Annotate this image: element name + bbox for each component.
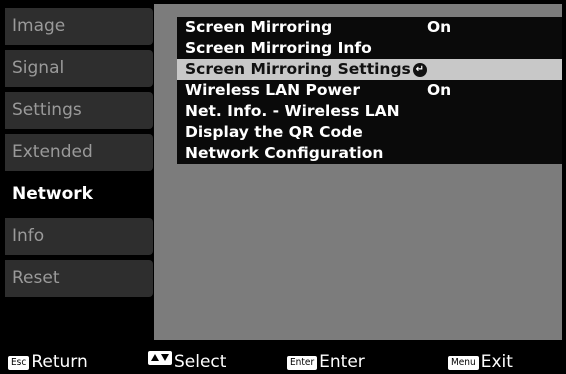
menu-row-net-info-wireless-lan[interactable]: Net. Info. - Wireless LAN [177,101,562,122]
row-label: Wireless LAN Power [185,81,360,99]
row-label: Screen Mirroring [185,18,333,36]
sidebar-item-reset[interactable]: Reset [5,260,153,297]
up-down-arrows-icon [148,351,172,365]
menu-row-display-qr-code[interactable]: Display the QR Code [177,122,562,143]
hint-select-label: Select [174,352,227,372]
hint-return: Esc Return [8,350,88,374]
sidebar-item-settings[interactable]: Settings [5,92,153,129]
hint-exit-label: Exit [480,352,513,372]
network-menu-panel: Screen Mirroring On Screen Mirroring Inf… [154,4,562,340]
menu-row-network-configuration[interactable]: Network Configuration [177,143,562,164]
bottom-hint-bar: Esc Return Select Enter Enter Menu Exit [0,350,566,374]
menu-key-icon: Menu [448,356,479,370]
sidebar-item-info[interactable]: Info [5,218,153,255]
hint-enter-label: Enter [319,352,365,372]
menu-row-screen-mirroring[interactable]: Screen Mirroring On [177,17,562,38]
hint-exit: Menu Exit [448,350,513,374]
network-menu-list: Screen Mirroring On Screen Mirroring Inf… [177,17,562,164]
projector-menu-screen: Image Signal Settings Extended Network I… [0,0,566,374]
row-label: Network Configuration [185,144,384,162]
menu-row-wireless-lan-power[interactable]: Wireless LAN Power On [177,80,562,101]
row-label: Screen Mirroring Info [185,39,372,57]
esc-key-icon: Esc [8,356,30,370]
row-label: Display the QR Code [185,123,363,141]
sidebar-item-network[interactable]: Network [5,176,165,213]
hint-return-label: Return [31,352,88,372]
hint-select: Select [148,350,226,374]
menu-row-screen-mirroring-info[interactable]: Screen Mirroring Info [177,38,562,59]
sidebar: Image Signal Settings Extended Network I… [0,0,165,300]
hint-enter: Enter Enter [287,350,365,374]
row-label: Screen Mirroring Settings ↵ [185,59,427,80]
row-value: On [427,81,452,99]
row-label: Net. Info. - Wireless LAN [185,102,400,120]
enter-key-icon: Enter [287,356,318,370]
sidebar-item-image[interactable]: Image [5,8,153,45]
menu-row-screen-mirroring-settings[interactable]: Screen Mirroring Settings ↵ [177,59,562,80]
sidebar-item-signal[interactable]: Signal [5,50,153,87]
row-value: On [427,18,452,36]
sidebar-item-extended[interactable]: Extended [5,134,153,171]
enter-icon: ↵ [412,62,427,77]
row-label-text: Screen Mirroring Settings [185,60,411,78]
